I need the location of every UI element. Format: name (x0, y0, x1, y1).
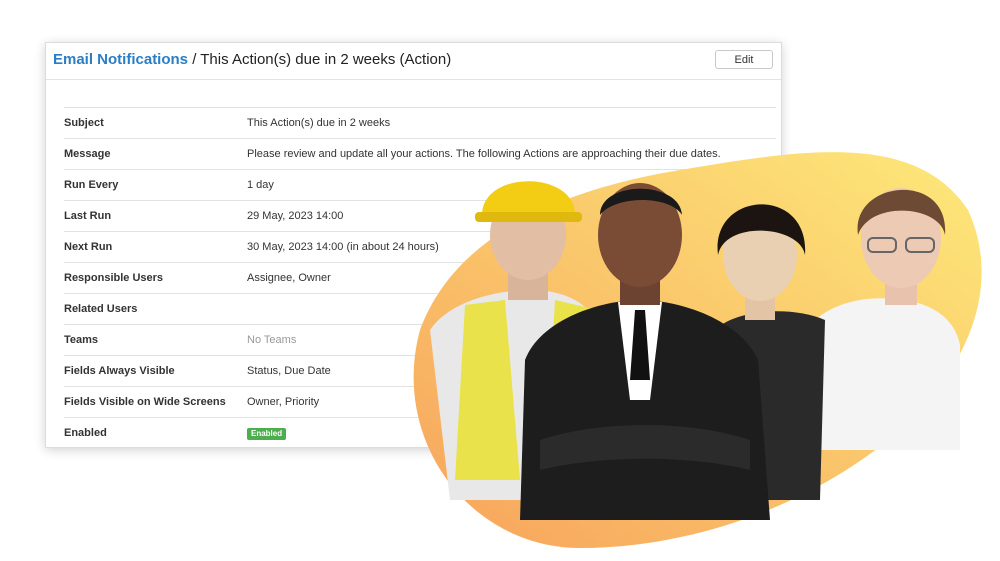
field-label: Related Users (64, 303, 138, 315)
row-message: Message Please review and update all you… (64, 138, 776, 169)
breadcrumb-email-notifications[interactable]: Email Notifications (53, 51, 188, 68)
row-responsible-users: Responsible Users Assignee, Owner (64, 262, 776, 293)
person-businesswoman (800, 188, 960, 450)
field-value: 29 May, 2023 14:00 (247, 210, 344, 222)
field-label: Next Run (64, 241, 113, 253)
row-run-every: Run Every 1 day (64, 169, 776, 200)
row-fields-always-visible: Fields Always Visible Status, Due Date (64, 355, 776, 386)
row-next-run: Next Run 30 May, 2023 14:00 (in about 24… (64, 231, 776, 262)
notification-card: Email Notifications / This Action(s) due… (45, 42, 782, 448)
notification-title: This Action(s) due in 2 weeks (Action) (200, 51, 452, 68)
field-label: Fields Visible on Wide Screens (64, 396, 226, 408)
row-related-users: Related Users (64, 293, 776, 324)
field-label: Teams (64, 334, 99, 346)
field-value: No Teams (247, 334, 297, 346)
field-label: Enabled (64, 427, 107, 439)
row-subject: Subject This Action(s) due in 2 weeks (64, 107, 776, 138)
row-fields-wide-screens: Fields Visible on Wide Screens Owner, Pr… (64, 386, 776, 417)
field-value: Assignee, Owner (247, 272, 331, 284)
field-value: 1 day (247, 179, 274, 191)
field-value: Status, Due Date (247, 365, 331, 377)
field-label: Responsible Users (64, 272, 164, 284)
field-label: Run Every (64, 179, 119, 191)
details-table: Subject This Action(s) due in 2 weeks Me… (64, 107, 776, 448)
page-title: Email Notifications / This Action(s) due… (53, 51, 451, 68)
enabled-badge: Enabled (247, 428, 287, 440)
breadcrumb-separator: / (188, 51, 201, 68)
field-value: Please review and update all your action… (247, 148, 721, 160)
field-label: Subject (64, 117, 104, 129)
field-value: This Action(s) due in 2 weeks (247, 117, 391, 129)
edit-button[interactable]: Edit (715, 50, 773, 69)
field-label: Message (64, 148, 111, 160)
row-enabled: Enabled Enabled (64, 417, 776, 448)
field-label: Last Run (64, 210, 112, 222)
card-header: Email Notifications / This Action(s) due… (46, 43, 781, 80)
field-value: 30 May, 2023 14:00 (in about 24 hours) (247, 241, 439, 253)
field-label: Fields Always Visible (64, 365, 175, 377)
row-teams: Teams No Teams (64, 324, 776, 355)
field-value: Owner, Priority (247, 396, 320, 408)
row-last-run: Last Run 29 May, 2023 14:00 (64, 200, 776, 231)
